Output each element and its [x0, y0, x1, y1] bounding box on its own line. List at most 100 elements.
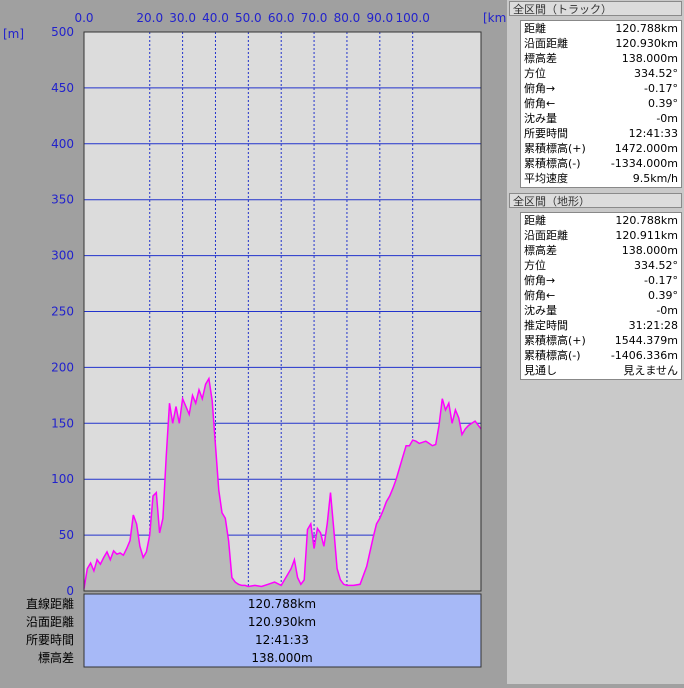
stat-row: 俯角→ -0.17° — [521, 81, 681, 96]
stat-value: 12:41:33 — [628, 127, 678, 140]
stat-label: 俯角← — [524, 97, 556, 110]
stat-row: 方位 334.52° — [521, 66, 681, 81]
terrain-stats-box: 距離 120.788km 沿面距離 120.911km 標高差 138.000m 方位… — [520, 212, 682, 380]
stat-value: -1406.336m — [610, 349, 678, 362]
y-tick-label: 150 — [51, 416, 74, 430]
stat-row: 累積標高(+) 1544.379m — [521, 333, 681, 348]
y-tick-labels: 500450400350300250200150100500 — [51, 25, 74, 598]
stat-row: 推定時間 31:21:28 — [521, 318, 681, 333]
x-tick-label: 90.0 — [366, 11, 393, 25]
stat-label: 方位 — [524, 67, 546, 80]
stat-label: 累積標高(-) — [524, 349, 581, 362]
stat-value: 120.788km — [615, 22, 678, 35]
y-tick-label: 50 — [59, 528, 74, 542]
x-tick-label: 20.0 — [136, 11, 163, 25]
stat-row: 俯角← 0.39° — [521, 288, 681, 303]
stat-value: 31:21:28 — [628, 319, 678, 332]
track-stats-box: 距離 120.788km 沿面距離 120.930km 標高差 138.000m 方位… — [520, 20, 682, 188]
stat-label: 沿面距離 — [524, 37, 568, 50]
stat-label: 累積標高(+) — [524, 142, 586, 155]
stat-value: -0.17° — [644, 274, 678, 287]
y-tick-label: 400 — [51, 137, 74, 151]
stat-row: 標高差 138.000m — [521, 243, 681, 258]
stat-label: 累積標高(+) — [524, 334, 586, 347]
stat-label: 推定時間 — [524, 319, 568, 332]
stat-row: 累積標高(-) -1334.000m — [521, 156, 681, 171]
stat-row: 沈み量 -0m — [521, 111, 681, 126]
stat-row: 所要時間 12:41:33 — [521, 126, 681, 141]
elevation-plot-area: 500 450 400 350 300 250 200 150 100 50 0 0.0 20.0 30… — [0, 0, 511, 684]
stat-value: 138.000m — [621, 52, 678, 65]
stat-value: -0.17° — [644, 82, 678, 95]
stats-panel: 全区間（トラック） 距離 120.788km 沿面距離 120.930km 標高差 1… — [507, 0, 684, 684]
bottom-row-label: 沿面距離 — [26, 615, 74, 629]
y-tick-label: 500 — [51, 25, 74, 39]
stat-value: -0m — [656, 112, 678, 125]
stat-value: 9.5km/h — [632, 172, 678, 185]
stat-row: 俯角→ -0.17° — [521, 273, 681, 288]
x-tick-label: 70.0 — [301, 11, 328, 25]
stat-row: 平均速度 9.5km/h — [521, 171, 681, 186]
stat-label: 距離 — [524, 22, 546, 35]
stat-label: 俯角→ — [524, 274, 556, 287]
y-tick-label: 250 — [51, 305, 74, 319]
x-unit-label: [km] — [483, 11, 507, 25]
stat-label: 沿面距離 — [524, 229, 568, 242]
stat-label: 標高差 — [524, 244, 557, 257]
y-tick-label: 200 — [51, 360, 74, 374]
bottom-row-value: 120.930km — [248, 615, 316, 629]
y-unit-label: [m] — [3, 27, 24, 41]
stat-label: 所要時間 — [524, 127, 568, 140]
stat-value: 見えません — [623, 364, 678, 377]
stat-label: 見通し — [524, 364, 557, 377]
stat-value: 334.52° — [634, 259, 678, 272]
terrain-section-title[interactable]: 全区間（地形） — [509, 193, 682, 208]
stat-label: 俯角→ — [524, 82, 556, 95]
profile-window: 500 450 400 350 300 250 200 150 100 50 0 0.0 20.0 30… — [0, 0, 684, 684]
stat-value: -1334.000m — [610, 157, 678, 170]
stat-row: 沿面距離 120.911km — [521, 228, 681, 243]
y-tick-label: 300 — [51, 249, 74, 263]
stat-row: 累積標高(-) -1406.336m — [521, 348, 681, 363]
stat-label: 沈み量 — [524, 112, 557, 125]
bottom-row-value: 138.000m — [251, 651, 312, 665]
stat-row: 見通し 見えません — [521, 363, 681, 378]
stat-label: 俯角← — [524, 289, 556, 302]
x-tick-label: 0.0 — [74, 11, 93, 25]
stat-row: 方位 334.52° — [521, 258, 681, 273]
y-tick-label: 0 — [66, 584, 74, 598]
stat-row: 沈み量 -0m — [521, 303, 681, 318]
stat-label: 沈み量 — [524, 304, 557, 317]
y-tick-label: 100 — [51, 472, 74, 486]
stat-value: 138.000m — [621, 244, 678, 257]
track-section-title[interactable]: 全区間（トラック） — [509, 1, 682, 16]
bottom-row-label: 標高差 — [38, 650, 74, 665]
stat-value: 0.39° — [648, 97, 678, 110]
bottom-row-value: 120.788km — [248, 597, 316, 611]
stat-row: 距離 120.788km — [521, 213, 681, 228]
x-tick-labels: 0.0 20.0 30.0 40.0 50.0 60.0 70.0 80.0 90.0 100.0 — [74, 11, 429, 25]
stat-row: 距離 120.788km — [521, 21, 681, 36]
stat-value: 120.930km — [615, 37, 678, 50]
stat-row: 標高差 138.000m — [521, 51, 681, 66]
elevation-chart[interactable]: 500450400350300250200150100500 0.0 20.0 30… — [0, 0, 511, 684]
x-tick-label: 100.0 — [395, 11, 429, 25]
stat-value: 1544.379m — [614, 334, 678, 347]
x-tick-label: 80.0 — [334, 11, 361, 25]
stat-value: 0.39° — [648, 289, 678, 302]
stat-label: 距離 — [524, 214, 546, 227]
y-tick-label: 450 — [51, 81, 74, 95]
x-tick-label: 50.0 — [235, 11, 262, 25]
stat-value: 120.788km — [615, 214, 678, 227]
stat-value: 1472.000m — [614, 142, 678, 155]
x-tick-label: 60.0 — [268, 11, 295, 25]
stat-value: -0m — [656, 304, 678, 317]
stat-label: 平均速度 — [524, 172, 568, 185]
stat-value: 334.52° — [634, 67, 678, 80]
bottom-row-value: 12:41:33 — [255, 633, 309, 647]
y-tick-label: 350 — [51, 193, 74, 207]
stat-row: 俯角← 0.39° — [521, 96, 681, 111]
stat-value: 120.911km — [615, 229, 678, 242]
x-tick-label: 40.0 — [202, 11, 229, 25]
x-tick-label: 30.0 — [169, 11, 196, 25]
